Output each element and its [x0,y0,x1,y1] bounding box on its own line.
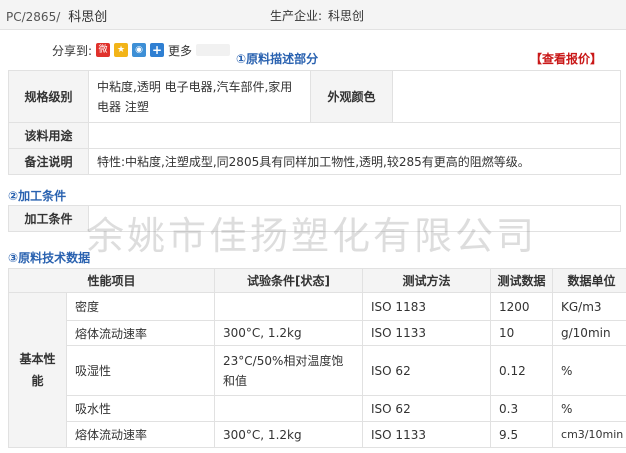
header-value: 测试数据 [490,268,554,293]
header-unit: 数据单位 [552,268,626,293]
proc-section-title: ②加工条件 [8,189,67,203]
grade-code: PC/2865/ [6,10,61,24]
table-row: 基本性能 密度 ISO 1183 1200 KG/m3 [8,292,626,448]
producer-info: 生产企业: 科思创 [270,7,364,24]
table-row: 熔体流动速率 300°C, 1.2kg ISO 1133 10 g/10min [9,320,626,346]
table-row: 熔体流动速率 300°C, 1.2kg ISO 1133 9.5 cm3/10m… [9,421,626,448]
processing-table: 加工条件 [8,205,621,232]
usage-value [88,122,621,149]
spec-label: 规格级别 [8,70,89,123]
row-value: 1200 [490,292,554,321]
row-value: 9.5 [490,421,554,448]
usage-label: 该料用途 [8,122,89,149]
header-property: 性能项目 [7,268,216,293]
producer-label: 生产企业: [270,9,323,23]
header-method: 测试方法 [362,268,492,293]
row-unit: % [552,345,626,396]
row-item: 密度 [65,292,216,321]
group-label: 基本性能 [8,292,67,448]
tqq-icon[interactable]: ◉ [132,43,147,57]
row-method: ISO 1133 [362,421,492,448]
view-quote-link[interactable]: 【查看报价】 [530,50,602,67]
star-icon[interactable]: ★ [114,43,129,57]
share-more-link[interactable]: 更多 [168,42,192,59]
proc-value [88,205,621,232]
row-unit: % [552,395,626,422]
row-condition: 300°C, 1.2kg [214,421,364,448]
row-method: ISO 1183 [362,292,492,321]
row-item: 吸湿性 [65,345,216,396]
top-bar: PC/2865/科思创 生产企业: 科思创 [0,0,626,30]
row-condition [214,292,364,321]
row-item: 吸水性 [65,395,216,422]
table-row: 吸水性 ISO 62 0.3 % [9,395,626,422]
row-item: 熔体流动速率 [65,320,216,346]
tech-data-table: 性能项目 试验条件[状态] 测试方法 测试数据 数据单位 基本性能 密度 ISO… [7,268,626,448]
row-item: 熔体流动速率 [65,421,216,448]
grade-title: PC/2865/科思创 [6,6,107,25]
producer-name[interactable]: 科思创 [328,9,364,23]
color-value [392,70,621,123]
tech-section-title: ③原料技术数据 [8,251,91,265]
row-unit: KG/m3 [552,292,626,321]
row-value: 10 [490,320,554,346]
plus-icon[interactable]: + [150,43,165,57]
table-row: 吸湿性 23°C/50%相对温度饱和值 ISO 62 0.12 % [9,345,626,396]
row-unit: cm3/10min [552,421,626,448]
row-method: ISO 62 [362,345,492,396]
row-condition: 300°C, 1.2kg [214,320,364,346]
row-unit: g/10min [552,320,626,346]
share-bar: 分享到: 微 ★ ◉ + 更多 [52,42,231,59]
remark-label: 备注说明 [8,148,89,175]
row-condition: 23°C/50%相对温度饱和值 [214,345,364,396]
weibo-icon[interactable]: 微 [96,43,111,57]
row-method: ISO 1133 [362,320,492,346]
header-condition: 试验条件[状态] [214,268,364,293]
description-table: 规格级别 中粘度,透明 电子电器,汽车部件,家用电器 注塑 外观颜色 该料用途 … [8,70,621,175]
share-label: 分享到: [52,43,93,58]
proc-label: 加工条件 [8,205,89,232]
row-value: 0.12 [490,345,554,396]
remark-value: 特性:中粘度,注塑成型,同2805具有同样加工物性,透明,较285有更高的阻燃等… [88,148,621,175]
row-value: 0.3 [490,395,554,422]
row-method: ISO 62 [362,395,492,422]
desc-section-title: ①原料描述部分 [236,52,319,66]
spec-value: 中粘度,透明 电子电器,汽车部件,家用电器 注塑 [88,70,311,123]
share-placeholder [196,44,231,56]
grade-brand: 科思创 [68,10,108,25]
color-label: 外观颜色 [310,70,393,123]
row-condition [214,395,364,422]
